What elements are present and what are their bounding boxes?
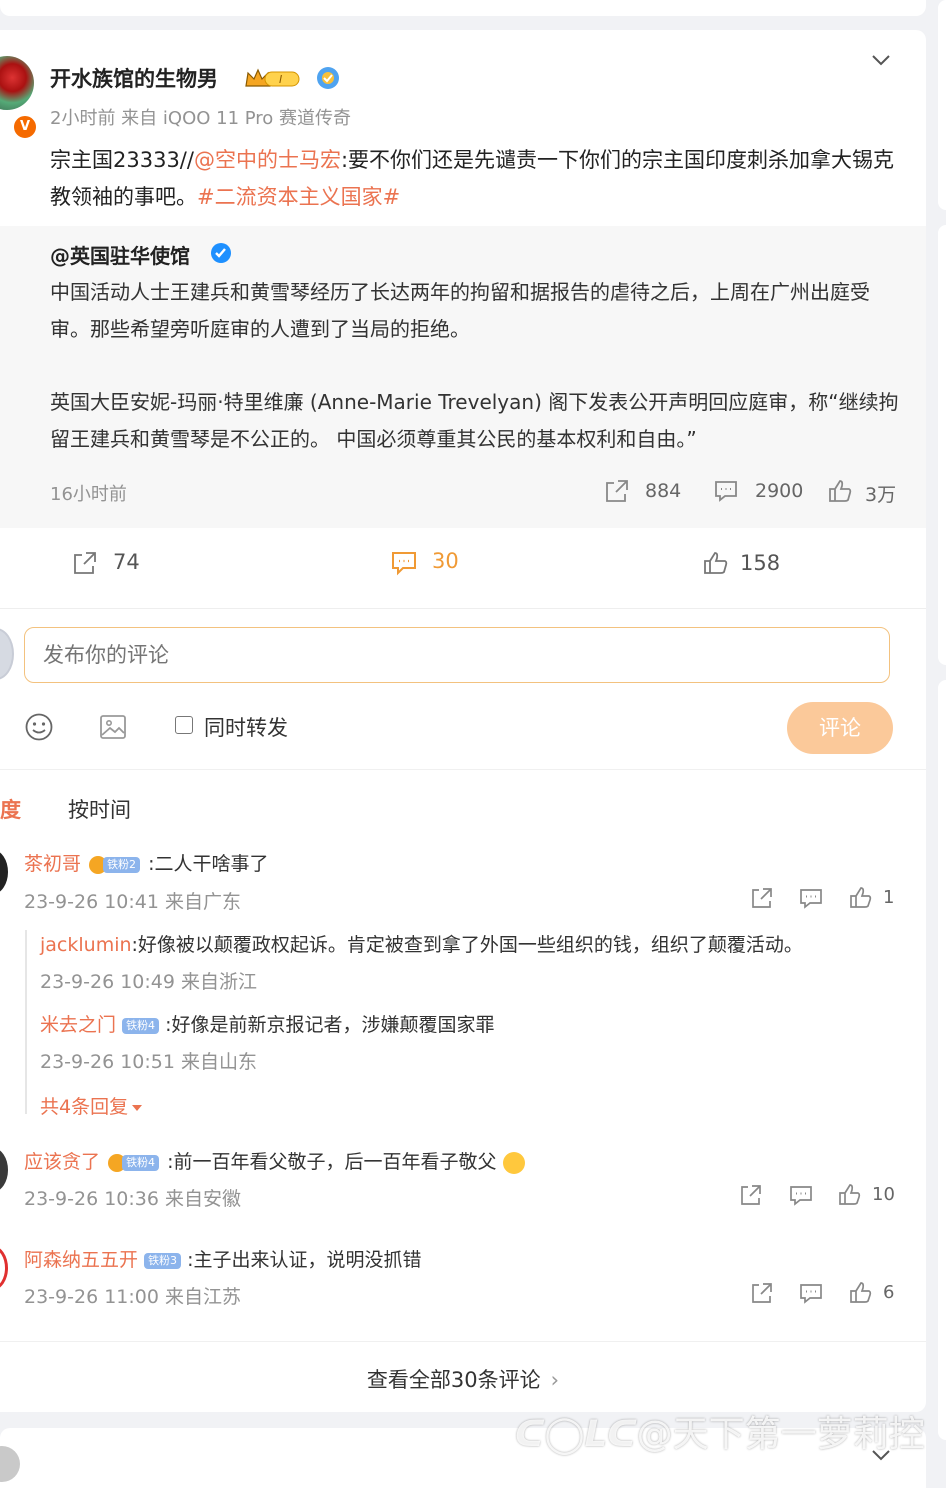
verified-v-icon: V xyxy=(12,114,38,140)
repost-para-2: 英国大臣安妮-玛丽·特里维廉 (Anne-Marie Trevelyan) 阁下… xyxy=(50,390,899,451)
right-panel-edge-2 xyxy=(938,225,946,665)
emoji-face-icon xyxy=(502,1151,525,1174)
comment-icon-active[interactable] xyxy=(390,549,418,577)
repost-like-count[interactable]: 3万 xyxy=(865,480,896,507)
reply-text: :好像被以颠覆政权起诉。肯定被查到拿了外国一些组织的钱，组织了颠覆活动。 xyxy=(131,934,803,956)
comment-like-icon[interactable] xyxy=(849,886,873,910)
comment-reply-icon[interactable] xyxy=(789,1183,813,1207)
repost-share-icon[interactable] xyxy=(604,478,630,504)
comment-share-icon[interactable] xyxy=(739,1183,763,1207)
fan-badge: 铁粉2 xyxy=(89,854,141,876)
divider xyxy=(0,608,926,609)
reply-user[interactable]: 米去之门 xyxy=(40,1014,116,1036)
repost-checkbox-label[interactable]: 同时转发 xyxy=(204,712,288,742)
view-all-comments-link[interactable]: 查看全部30条评论 › xyxy=(0,1364,926,1394)
comment-count[interactable]: 30 xyxy=(432,549,459,573)
share-count[interactable]: 74 xyxy=(113,550,140,574)
comment-meta: 23-9-26 11:00 来自江苏 xyxy=(24,1286,241,1308)
reply-thread-line xyxy=(25,930,27,1114)
fan-badge: 铁粉4 xyxy=(108,1152,160,1174)
repost-author[interactable]: @英国驻华使馆 xyxy=(50,240,190,269)
repost-like-icon[interactable] xyxy=(827,478,853,504)
post-menu-chevron-icon[interactable] xyxy=(870,52,892,68)
post-text-prefix: 宗主国23333// xyxy=(50,148,194,172)
reply-meta: 23-9-26 10:49 来自浙江 xyxy=(40,971,257,993)
reply-line: jacklumin:好像被以颠覆政权起诉。肯定被查到拿了外国一些组织的钱，组织了… xyxy=(40,930,803,957)
right-panel-edge-3 xyxy=(938,680,946,1440)
like-count[interactable]: 158 xyxy=(740,551,780,575)
like-icon[interactable] xyxy=(702,550,730,576)
comment-avatar[interactable] xyxy=(0,1148,8,1192)
comment-text: :二人干啥事了 xyxy=(148,853,269,875)
divider-3 xyxy=(0,1341,926,1342)
comment-avatar[interactable] xyxy=(0,1246,8,1290)
submit-comment-button[interactable]: 评论 xyxy=(787,702,893,754)
comment-meta: 23-9-26 10:41 来自广东 xyxy=(24,891,241,913)
image-upload-icon[interactable] xyxy=(98,712,128,742)
repost-comment-count[interactable]: 2900 xyxy=(755,480,803,502)
repost-share-count[interactable]: 884 xyxy=(645,480,681,502)
comment-line: 阿森纳五五开 铁粉3 :主子出来认证，说明没抓错 xyxy=(24,1245,422,1272)
comment-share-icon[interactable] xyxy=(750,1281,774,1305)
caret-down-icon xyxy=(132,1104,143,1111)
comment-reply-icon[interactable] xyxy=(799,886,823,910)
comment-input[interactable] xyxy=(24,627,890,683)
comment-reply-icon[interactable] xyxy=(799,1281,823,1305)
repost-verified-icon xyxy=(210,242,232,264)
fan-badge: 铁粉3 xyxy=(144,1252,182,1269)
previous-card xyxy=(0,0,926,16)
sort-tab-time[interactable]: 按时间 xyxy=(68,794,131,824)
next-card-avatar xyxy=(0,1446,20,1482)
mention-link[interactable]: @空中的士马宏 xyxy=(194,148,341,172)
comment-share-icon[interactable] xyxy=(750,886,774,910)
repost-time: 16小时前 xyxy=(50,484,127,505)
comment-user[interactable]: 阿森纳五五开 xyxy=(24,1249,138,1271)
watermark-logo-icon: ᑕ◯ᒪᑕ xyxy=(515,1414,637,1455)
comment-meta: 23-9-26 10:36 来自安徽 xyxy=(24,1188,241,1210)
comment-line: 应该贪了 铁粉4 :前一百年看父敬子，后一百年看子敬父 xyxy=(24,1147,525,1174)
reply-line: 米去之门 铁粉4 :好像是前新京报记者，涉嫌颠覆国家罪 xyxy=(40,1010,495,1037)
vip-crown-icon: I xyxy=(243,66,303,90)
comment-like-icon[interactable] xyxy=(849,1281,873,1305)
fan-badge: 铁粉4 xyxy=(122,1017,160,1034)
comment-like-count[interactable]: 1 xyxy=(883,887,894,908)
comment-text: :主子出来认证，说明没抓错 xyxy=(187,1249,422,1271)
comment-avatar[interactable] xyxy=(0,850,8,894)
svg-text:I: I xyxy=(279,73,282,86)
comment-like-icon[interactable] xyxy=(838,1183,862,1207)
author-avatar[interactable] xyxy=(0,56,34,110)
post-card: V 开水族馆的生物男 I 2小时前 来自 iQOO 11 Pro 赛道传奇 宗主… xyxy=(0,30,926,1412)
reply-user[interactable]: jacklumin xyxy=(40,934,132,956)
repost-para-1: 中国活动人士王建兵和黄雪琴经历了长达两年的拘留和据报告的虐待之后，上周在广州出庭… xyxy=(50,280,870,341)
blue-v-badge-icon xyxy=(316,66,340,90)
my-avatar xyxy=(0,628,14,680)
repost-checkbox[interactable] xyxy=(175,716,193,734)
comment-user[interactable]: 应该贪了 xyxy=(24,1151,100,1173)
comment-text: :前一百年看父敬子，后一百年看子敬父 xyxy=(167,1151,497,1173)
repost-comment-icon[interactable] xyxy=(713,478,739,504)
divider-2 xyxy=(0,769,926,770)
more-replies-link[interactable]: 共4条回复 xyxy=(40,1092,143,1119)
reply-text: :好像是前新京报记者，涉嫌颠覆国家罪 xyxy=(165,1014,495,1036)
hashtag-link[interactable]: #二流资本主义国家# xyxy=(197,185,400,209)
reply-meta: 23-9-26 10:51 来自山东 xyxy=(40,1051,257,1073)
comment-user[interactable]: 茶初哥 xyxy=(24,853,81,875)
comment-like-count[interactable]: 10 xyxy=(872,1184,895,1205)
share-icon[interactable] xyxy=(71,550,99,576)
watermark: ᑕ◯ᒪᑕ@天下第一萝莉控 xyxy=(515,1414,925,1455)
author-name[interactable]: 开水族馆的生物男 xyxy=(50,63,218,93)
chevron-right-icon: › xyxy=(550,1368,560,1392)
post-meta: 2小时前 来自 iQOO 11 Pro 赛道传奇 xyxy=(50,108,352,129)
repost-box[interactable]: @英国驻华使馆 中国活动人士王建兵和黄雪琴经历了长达两年的拘留和据报告的虐待之后… xyxy=(0,226,926,528)
emoji-icon[interactable] xyxy=(24,712,54,742)
right-panel-edge xyxy=(938,0,946,210)
post-text: 宗主国23333//@空中的士马宏:要不你们还是先谴责一下你们的宗主国印度刺杀加… xyxy=(50,142,900,216)
comment-like-count[interactable]: 6 xyxy=(883,1282,894,1303)
comment-line: 茶初哥 铁粉2 :二人干啥事了 xyxy=(24,849,269,876)
sort-tab-hot[interactable]: 度 xyxy=(0,794,21,824)
